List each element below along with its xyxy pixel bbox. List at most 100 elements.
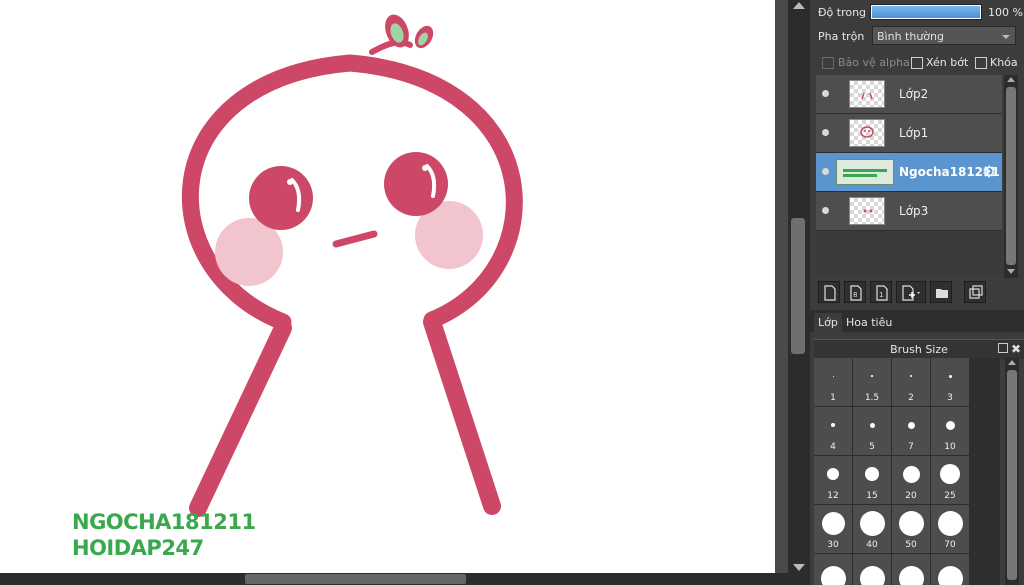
brush-size-cell[interactable]: 1 <box>814 358 852 406</box>
visibility-icon[interactable] <box>822 129 829 136</box>
chevron-down-icon <box>1002 35 1010 39</box>
blend-label: Pha trộn <box>818 30 865 43</box>
visibility-icon[interactable] <box>822 207 829 214</box>
brush-size-cell[interactable]: 10 <box>931 407 969 455</box>
brush-dot <box>945 420 955 430</box>
brush-size-title: Brush Size <box>890 343 948 356</box>
new-layer-icon-2: 8 <box>850 285 862 301</box>
blend-mode-select[interactable]: Bình thường <box>872 26 1016 45</box>
svg-text:8: 8 <box>853 291 857 299</box>
scroll-thumb[interactable] <box>1006 87 1016 265</box>
brush-dot <box>859 510 885 536</box>
layer-row[interactable]: Lớp3 <box>816 192 1002 231</box>
brush-dot <box>871 375 873 377</box>
brush-dot <box>827 468 839 480</box>
new-layer-button[interactable] <box>818 281 840 303</box>
brush-size-cell[interactable]: 20 <box>892 456 930 504</box>
brush-size-cell[interactable]: 40 <box>853 505 891 553</box>
drawing-canvas[interactable]: NGOCHA181211 HOIDAP247 <box>0 0 775 573</box>
brush-size-cell[interactable]: 3 <box>931 358 969 406</box>
brush-size-cell[interactable]: 1.5 <box>853 358 891 406</box>
close-icon[interactable]: ✖ <box>1011 340 1021 359</box>
scroll-thumb[interactable] <box>791 218 805 354</box>
brush-dot <box>831 423 835 427</box>
hscroll-thumb[interactable] <box>245 574 466 584</box>
scroll-up-icon[interactable] <box>1008 360 1016 365</box>
brush-size-label: 20 <box>905 491 917 501</box>
brush-size-label: 25 <box>944 491 956 501</box>
brush-size-cell[interactable] <box>931 554 969 585</box>
brush-dot <box>869 422 875 428</box>
tab-navigator[interactable]: Hoa tiêu <box>842 313 896 332</box>
canvas-horizontal-scrollbar[interactable] <box>0 573 788 585</box>
brush-dot <box>948 374 952 378</box>
duplicate-icon <box>969 285 983 299</box>
layer-thumbnail <box>836 159 894 185</box>
duplicate-layer-button[interactable] <box>964 281 986 303</box>
brush-size-label: 7 <box>908 442 914 452</box>
scroll-down-icon[interactable] <box>793 564 805 571</box>
brush-dot <box>865 467 879 481</box>
brush-dot <box>898 565 924 585</box>
visibility-icon[interactable] <box>822 168 829 175</box>
canvas-vertical-scrollbar[interactable] <box>788 0 810 585</box>
brush-size-cell[interactable]: 70 <box>931 505 969 553</box>
layer-list: Lớp2 Lớp1 Ngocha181211 ⚙ Lớp3 <box>816 75 1002 275</box>
protect-alpha-checkbox[interactable] <box>822 57 834 69</box>
blend-mode-value: Bình thường <box>877 30 944 43</box>
brush-dot <box>937 510 963 536</box>
popout-icon[interactable] <box>998 343 1008 353</box>
scroll-up-icon[interactable] <box>793 2 805 9</box>
layer-list-scrollbar[interactable] <box>1004 75 1018 278</box>
brush-size-label: 50 <box>905 540 917 550</box>
new-folder-button[interactable] <box>930 281 952 303</box>
scroll-down-icon[interactable] <box>1007 269 1015 274</box>
brush-size-scrollbar[interactable] <box>1005 358 1019 585</box>
brush-size-cell[interactable]: 2 <box>892 358 930 406</box>
opacity-label: Độ trong <box>818 6 867 19</box>
brush-size-cell[interactable]: 4 <box>814 407 852 455</box>
brush-size-cell[interactable]: 30 <box>814 505 852 553</box>
brush-size-cell[interactable] <box>853 554 891 585</box>
brush-size-cell[interactable]: 5 <box>853 407 891 455</box>
brush-dot <box>859 565 885 585</box>
brush-dot <box>832 375 834 377</box>
new-layer-1bit-button[interactable]: 1 <box>870 281 892 303</box>
tab-layers[interactable]: Lớp <box>814 313 842 332</box>
folder-icon <box>936 289 948 298</box>
brush-size-label: 15 <box>866 491 878 501</box>
scroll-up-icon[interactable] <box>1007 77 1015 82</box>
gear-icon[interactable]: ⚙ <box>980 163 998 181</box>
brush-size-label: 1.5 <box>864 393 880 403</box>
new-layer-icon-3: 1 <box>876 285 888 301</box>
clipping-checkbox[interactable] <box>911 57 923 69</box>
layer-name: Lớp3 <box>899 204 929 218</box>
clipping-label: Xén bớt <box>926 56 969 69</box>
visibility-icon[interactable] <box>822 90 829 97</box>
brush-size-label: 40 <box>866 540 878 550</box>
brush-size-cell[interactable] <box>892 554 930 585</box>
watermark-line-1: NGOCHA181211 <box>72 510 256 534</box>
opacity-slider[interactable] <box>870 4 982 20</box>
brush-size-cell[interactable] <box>814 554 852 585</box>
layer-thumbnail <box>849 80 885 108</box>
brush-size-cell[interactable]: 25 <box>931 456 969 504</box>
brush-dot <box>902 465 920 483</box>
opacity-value: 100 % <box>988 6 1023 19</box>
brush-size-cell[interactable]: 15 <box>853 456 891 504</box>
brush-size-label: 30 <box>827 540 839 550</box>
brush-size-cell[interactable]: 50 <box>892 505 930 553</box>
brush-dot <box>820 565 846 585</box>
add-layer-dropdown-button[interactable] <box>896 281 926 303</box>
brush-size-cell[interactable]: 7 <box>892 407 930 455</box>
brush-size-cell[interactable]: 12 <box>814 456 852 504</box>
lock-checkbox[interactable] <box>975 57 987 69</box>
scroll-thumb[interactable] <box>1007 370 1017 580</box>
layer-row[interactable]: Lớp2 <box>816 75 1002 114</box>
new-layer-8bit-button[interactable]: 8 <box>844 281 866 303</box>
brush-dot <box>821 511 845 535</box>
layer-thumbnail <box>849 119 885 147</box>
brush-size-label: 3 <box>947 393 953 403</box>
layer-row-selected[interactable]: Ngocha181211 ⚙ <box>816 153 1002 192</box>
layer-row[interactable]: Lớp1 <box>816 114 1002 153</box>
